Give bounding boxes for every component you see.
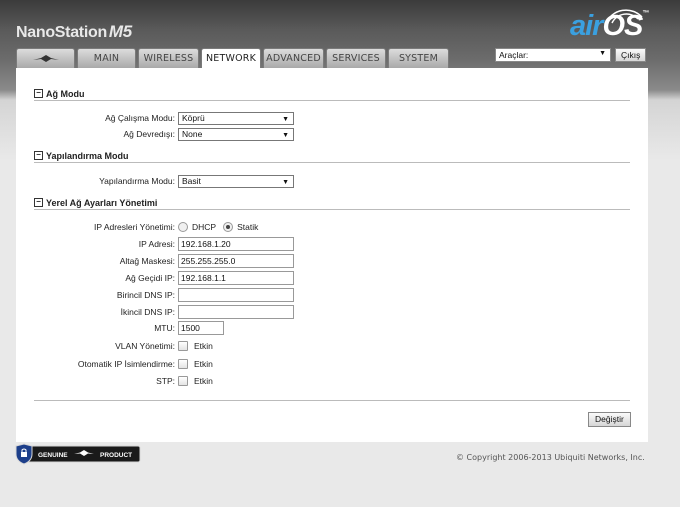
primary-dns-input[interactable] [178, 288, 294, 302]
section-config-mode[interactable]: − Yapılandırma Modu [34, 150, 630, 163]
genuine-product-badge: GENUINE PRODUCT [15, 443, 141, 465]
copyright: © Copyright 2006-2013 Ubiquiti Networks,… [456, 453, 645, 462]
ip-address-input[interactable]: 192.168.1.20 [178, 237, 294, 251]
row-network-disabled: Ağ Devredışı: None ▼ [16, 127, 294, 141]
mtu-input[interactable]: 1500 [178, 321, 224, 335]
secondary-dns-input[interactable] [178, 305, 294, 319]
network-disabled-select[interactable]: None ▼ [178, 127, 294, 141]
row-ip-address: IP Adresi: 192.168.1.20 [16, 237, 294, 251]
row-dns2: İkincil DNS IP: [16, 305, 294, 319]
auto-ip-alias-checkbox[interactable] [178, 359, 188, 369]
stp-enable-label: Etkin [194, 376, 213, 386]
logout-button[interactable]: Çıkış [615, 48, 647, 62]
row-network-mode: Ağ Çalışma Modu: Köprü ▼ [16, 111, 294, 125]
tab-wireless[interactable]: WIRELESS [138, 48, 199, 68]
stp-checkbox[interactable] [178, 376, 188, 386]
content-panel: − Ağ Modu Ağ Çalışma Modu: Köprü ▼ Ağ Devr… [16, 68, 648, 442]
gateway-input[interactable]: 192.168.1.1 [178, 271, 294, 285]
tab-system[interactable]: SYSTEM [388, 48, 449, 68]
divider [34, 400, 630, 401]
static-label: Statik [237, 222, 259, 232]
row-mtu: MTU: 1500 [16, 321, 224, 335]
dhcp-radio[interactable] [178, 222, 188, 232]
network-mode-select[interactable]: Köprü ▼ [178, 111, 294, 125]
row-stp: STP: Etkin [156, 376, 213, 386]
product-text: PRODUCT [100, 452, 132, 459]
tab-ubiquiti-logo[interactable] [16, 48, 75, 68]
collapse-icon[interactable]: − [34, 198, 43, 208]
dropdown-arrow-icon: ▼ [282, 131, 289, 139]
collapse-icon[interactable]: − [34, 151, 43, 161]
tab-network[interactable]: NETWORK [201, 48, 261, 69]
collapse-icon[interactable]: − [34, 89, 43, 99]
netmask-input[interactable]: 255.255.255.0 [178, 254, 294, 268]
row-config-mode: Yapılandırma Modu: Basit ▼ [16, 174, 294, 188]
static-radio[interactable] [223, 222, 234, 232]
apply-button[interactable]: Değiştir [588, 412, 631, 427]
genuine-text: GENUINE [38, 452, 68, 459]
auto-ip-enable-label: Etkin [194, 359, 213, 369]
config-mode-select[interactable]: Basit ▼ [178, 174, 294, 188]
row-vlan: VLAN Yönetimi: Etkin [115, 341, 213, 351]
tab-services[interactable]: SERVICES [326, 48, 386, 68]
tools-bar: Araçlar: ▼ Çıkış [495, 48, 647, 62]
tools-select[interactable]: Araçlar: ▼ [495, 48, 611, 62]
row-ip-management: IP Adresleri Yönetimi: DHCP Statik [94, 222, 259, 232]
dropdown-arrow-icon: ▼ [282, 178, 289, 186]
dropdown-arrow-icon: ▼ [282, 115, 289, 123]
ubiquiti-logo-icon [32, 55, 59, 62]
section-lan-settings[interactable]: − Yerel Ağ Ayarları Yönetimi [34, 197, 630, 210]
airos-logo: airOS™ [570, 10, 649, 42]
row-dns1: Birincil DNS IP: [16, 288, 294, 302]
row-auto-ip-alias: Otomatik IP İsimlendirme: Etkin [77, 359, 213, 369]
tab-advanced[interactable]: ADVANCED [263, 48, 324, 68]
product-title: NanoStation M5 [16, 22, 132, 42]
vlan-checkbox[interactable] [178, 341, 188, 351]
vlan-enable-label: Etkin [194, 341, 213, 351]
tab-main[interactable]: MAIN [77, 48, 136, 68]
product-model: M5 [108, 22, 132, 41]
row-netmask: Altağ Maskesi: 255.255.255.0 [16, 254, 294, 268]
row-gateway: Ağ Geçidi IP: 192.168.1.1 [16, 271, 294, 285]
section-network-mode[interactable]: − Ağ Modu [34, 88, 630, 101]
product-name: NanoStation [16, 24, 107, 41]
dropdown-arrow-icon: ▼ [599, 50, 606, 57]
dhcp-label: DHCP [192, 222, 217, 232]
main-tabs: MAIN WIRELESS NETWORK ADVANCED SERVICES … [16, 48, 449, 69]
